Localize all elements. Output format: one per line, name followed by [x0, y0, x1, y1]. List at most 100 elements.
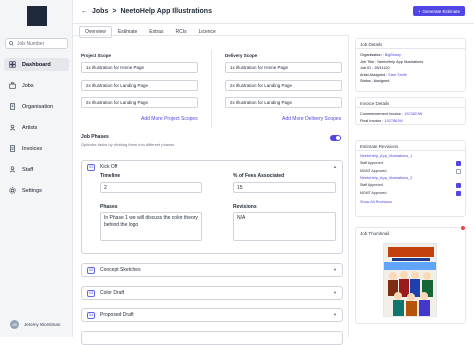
chevron-down-icon[interactable]: ▼	[333, 267, 337, 272]
job-details-card: Job Details Organisation : BigBinary Job…	[355, 38, 466, 92]
page-title: NeetoHelp App Illustrations	[120, 8, 212, 15]
sidebar-item-artists[interactable]: Artists	[4, 121, 69, 134]
thumbnail-illustration	[384, 244, 436, 316]
invoice-details-card: Invoice Details Commencement Invoice : 1…	[355, 97, 466, 125]
building-icon	[9, 103, 16, 110]
phase-number: 02	[87, 266, 95, 274]
settings-icon	[9, 187, 16, 194]
job-phases-subtitle: Optimize tasks by dividing them into dif…	[81, 142, 175, 147]
sidebar-item-jobs[interactable]: Jobs	[4, 79, 69, 92]
project-scope-input[interactable]: 2x Illustration for Landing Page	[81, 80, 198, 91]
dashboard-icon	[9, 61, 16, 68]
sidebar-item-label: Settings	[22, 187, 42, 194]
phase-header[interactable]: 04 Proposed Draft ▼	[82, 309, 342, 321]
phase-card-proposed-draft[interactable]: 04 Proposed Draft ▼	[81, 308, 343, 322]
phase-header[interactable]: 02 Concept Sketches ▼	[82, 264, 342, 276]
approval-row: Staff Approved	[356, 159, 465, 167]
revisions-label: Revisions	[233, 204, 257, 210]
sidebar: Job Number Dashboard Jobs Organisation A…	[0, 0, 73, 337]
staff-approved-checkbox[interactable]	[456, 160, 461, 166]
search-input[interactable]: Job Number	[5, 38, 68, 49]
back-arrow-icon[interactable]: ←	[81, 8, 88, 15]
job-phases-title: Job Phases	[81, 134, 109, 140]
mgmt-approved-checkbox[interactable]	[456, 190, 461, 196]
sidebar-item-settings[interactable]: Settings	[4, 184, 69, 197]
search-placeholder: Job Number	[17, 40, 45, 47]
sidebar-item-label: Artists	[22, 124, 38, 131]
estimate-revisions-card: Estimate Revisions NeetoHelp_App_Illustr…	[355, 140, 466, 217]
plus-icon: +	[417, 8, 421, 14]
sidebar-item-staff[interactable]: Staff	[4, 163, 69, 176]
delivery-scope-input[interactable]: 1x Illustration for Home Page	[225, 62, 342, 73]
phases-textarea[interactable]: In Phase 1 we will discuss the color the…	[100, 212, 202, 241]
approval-row: MGMT Approved	[356, 167, 465, 175]
phase-card-color-draft[interactable]: 03 Color Draft ▼	[81, 286, 343, 300]
project-scope-input[interactable]: 2x Illustration for Landing Page	[81, 97, 198, 108]
card-title: Invoice Details	[356, 98, 465, 108]
user-profile[interactable]: JW Jeremy Worstman	[10, 320, 60, 329]
artist-link[interactable]: Sam Smith	[388, 73, 407, 77]
project-scope-input[interactable]: 1x Illustration for Home Page	[81, 62, 198, 73]
breadcrumb-jobs[interactable]: Jobs	[92, 8, 108, 15]
card-title: Job Details	[356, 39, 465, 49]
phase-card-more[interactable]	[81, 331, 343, 345]
user-name: Jeremy Worstman	[24, 322, 61, 327]
delivery-scope-title: Delivery Scope	[225, 53, 258, 58]
generate-estimate-label: Generate Estimate	[422, 8, 460, 14]
delivery-scope-input[interactable]: 2x Illustration for Landing Page	[225, 97, 342, 108]
sidebar-item-dashboard[interactable]: Dashboard	[4, 58, 69, 71]
job-phases-toggle[interactable]	[330, 135, 341, 141]
delivery-scope-input[interactable]: 2x Illustration for Landing Page	[225, 80, 342, 91]
header: ← Jobs > NeetoHelp App Illustrations + G…	[73, 0, 474, 24]
breadcrumb: ← Jobs > NeetoHelp App Illustrations	[81, 8, 212, 15]
phase-card-concept-sketches[interactable]: 02 Concept Sketches ▼	[81, 263, 343, 277]
phase-name: Kick Off	[100, 164, 118, 170]
sidebar-item-label: Staff	[22, 166, 34, 173]
sidebar-item-label: Organisation	[22, 103, 54, 110]
notification-dot	[461, 226, 465, 230]
detail-row: Final Invoice : 192786JW	[360, 118, 403, 123]
generate-estimate-button[interactable]: + Generate Estimate	[412, 6, 465, 16]
add-project-scope-link[interactable]: Add More Project Scopes	[141, 116, 198, 122]
commencement-invoice-link[interactable]: 192382JW	[404, 112, 422, 116]
phases-label: Phases	[100, 204, 118, 210]
briefcase-icon	[9, 82, 16, 89]
sidebar-item-label: Jobs	[22, 82, 34, 89]
card-title: Estimate Revisions	[356, 141, 465, 151]
revisions-textarea[interactable]: N/A	[233, 212, 336, 241]
avatar: JW	[10, 320, 19, 329]
phase-header[interactable]: 03 Color Draft ▼	[82, 287, 342, 299]
add-delivery-scope-link[interactable]: Add More Delivery Scopes	[282, 116, 341, 122]
phase-name: Color Draft	[100, 290, 125, 296]
chevron-up-icon[interactable]: ▲	[333, 164, 337, 169]
search-icon	[9, 41, 14, 46]
fees-label: % of Fees Associated	[233, 173, 285, 179]
approval-row: MGMT Approved	[356, 189, 465, 197]
phase-number: 03	[87, 289, 95, 297]
organisation-link[interactable]: BigBinary	[385, 53, 401, 57]
mgmt-approved-checkbox[interactable]	[456, 168, 461, 174]
chevron-down-icon[interactable]: ▼	[333, 290, 337, 295]
project-scope-title: Project Scope	[81, 53, 112, 58]
job-thumbnail-image[interactable]	[383, 243, 437, 317]
sidebar-item-organisation[interactable]: Organisation	[4, 100, 69, 113]
sidebar-item-label: Invoices	[22, 145, 43, 152]
users-icon	[9, 124, 16, 131]
final-invoice-link[interactable]: 192786JW	[385, 119, 403, 123]
show-all-revisions-link[interactable]: Show All Revisions	[356, 199, 465, 205]
fees-input[interactable]: 15	[233, 182, 336, 193]
logo	[27, 6, 47, 26]
card-title: Job Thumbnail	[360, 231, 390, 236]
sidebar-item-invoices[interactable]: Invoices	[4, 142, 69, 155]
phase-name: Concept Sketches	[100, 267, 141, 273]
breadcrumb-separator: >	[112, 8, 117, 15]
staff-approved-checkbox[interactable]	[456, 182, 461, 188]
chevron-down-icon[interactable]: ▼	[333, 312, 337, 317]
detail-row: Status : Assigned	[360, 79, 390, 83]
staff-icon	[9, 166, 16, 173]
phase-number: 01	[87, 163, 95, 171]
phase-header[interactable]: 01 Kick Off ▲	[82, 161, 342, 173]
sidebar-item-label: Dashboard	[22, 61, 51, 68]
timeline-input[interactable]: 2	[100, 182, 202, 193]
phase-name: Proposed Draft	[100, 312, 134, 318]
